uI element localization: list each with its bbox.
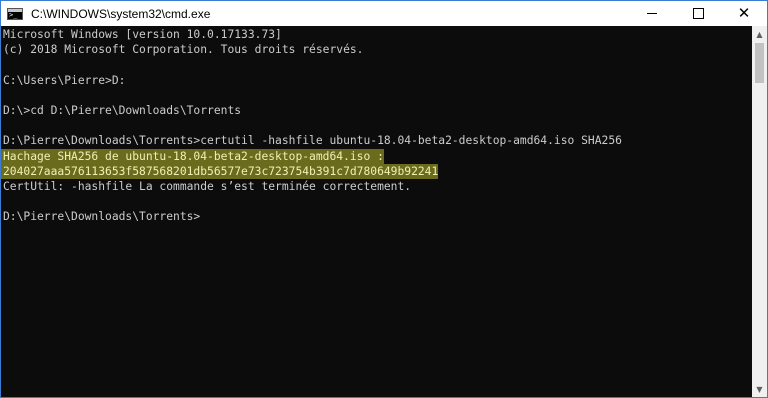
console-line: (c) 2018 Microsoft Corporation. Tous dro…: [3, 42, 622, 57]
console-line: Microsoft Windows [version 10.0.17133.73…: [3, 27, 622, 42]
maximize-button[interactable]: [675, 1, 721, 26]
close-icon: ✕: [737, 4, 751, 22]
console-line: 204027aaa576113653f587568201db56577e73c7…: [1, 163, 622, 179]
highlighted-text: 204027aaa576113653f587568201db56577e73c7…: [1, 163, 439, 179]
close-button[interactable]: ✕: [721, 1, 767, 26]
console-line: C:\Users\Pierre>D:: [3, 73, 622, 88]
window-title: C:\WINDOWS\system32\cmd.exe: [31, 6, 211, 21]
scrollbar-thumb[interactable]: [755, 43, 764, 83]
console-text: D:\Pierre\Downloads\Torrents>: [3, 210, 201, 224]
console-text: CertUtil: -hashfile La commande s’est te…: [3, 179, 412, 193]
console-text: (c) 2018 Microsoft Corporation. Tous dro…: [3, 43, 364, 57]
highlighted-text: Hachage SHA256 de ubuntu-18.04-beta2-des…: [1, 148, 384, 164]
console-text: Microsoft Windows [version 10.0.17133.73…: [3, 28, 282, 41]
console-lines: Microsoft Windows [version 10.0.17133.73…: [1, 27, 622, 224]
cmd-window: C:\WINDOWS\system32\cmd.exe ✕ Microsoft …: [0, 0, 768, 398]
console-line: CertUtil: -hashfile La commande s’est te…: [3, 179, 622, 194]
console-line: D:\Pierre\Downloads\Torrents>certutil -h…: [3, 133, 622, 148]
console-text: C:\Users\Pierre>D:: [3, 73, 126, 87]
console-output[interactable]: Microsoft Windows [version 10.0.17133.73…: [1, 26, 752, 397]
console-line: Hachage SHA256 de ubuntu-18.04-beta2-des…: [1, 148, 622, 164]
scroll-up-icon[interactable]: ▲: [752, 26, 767, 42]
vertical-scrollbar[interactable]: ▲ ▼: [752, 26, 767, 397]
console-text: D:\>cd D:\Pierre\Downloads\Torrents: [3, 103, 242, 117]
title-bar[interactable]: C:\WINDOWS\system32\cmd.exe ✕: [1, 1, 767, 26]
maximize-icon: [692, 8, 704, 19]
console-line: D:\Pierre\Downloads\Torrents>: [3, 209, 622, 224]
console-line: D:\>cd D:\Pierre\Downloads\Torrents: [3, 103, 622, 118]
console-text: D:\Pierre\Downloads\Torrents>certutil -h…: [3, 134, 622, 148]
minimize-button[interactable]: [629, 1, 675, 26]
scroll-down-icon[interactable]: ▼: [752, 381, 767, 397]
cmd-app-icon: [7, 7, 23, 20]
minimize-icon: [647, 13, 657, 14]
